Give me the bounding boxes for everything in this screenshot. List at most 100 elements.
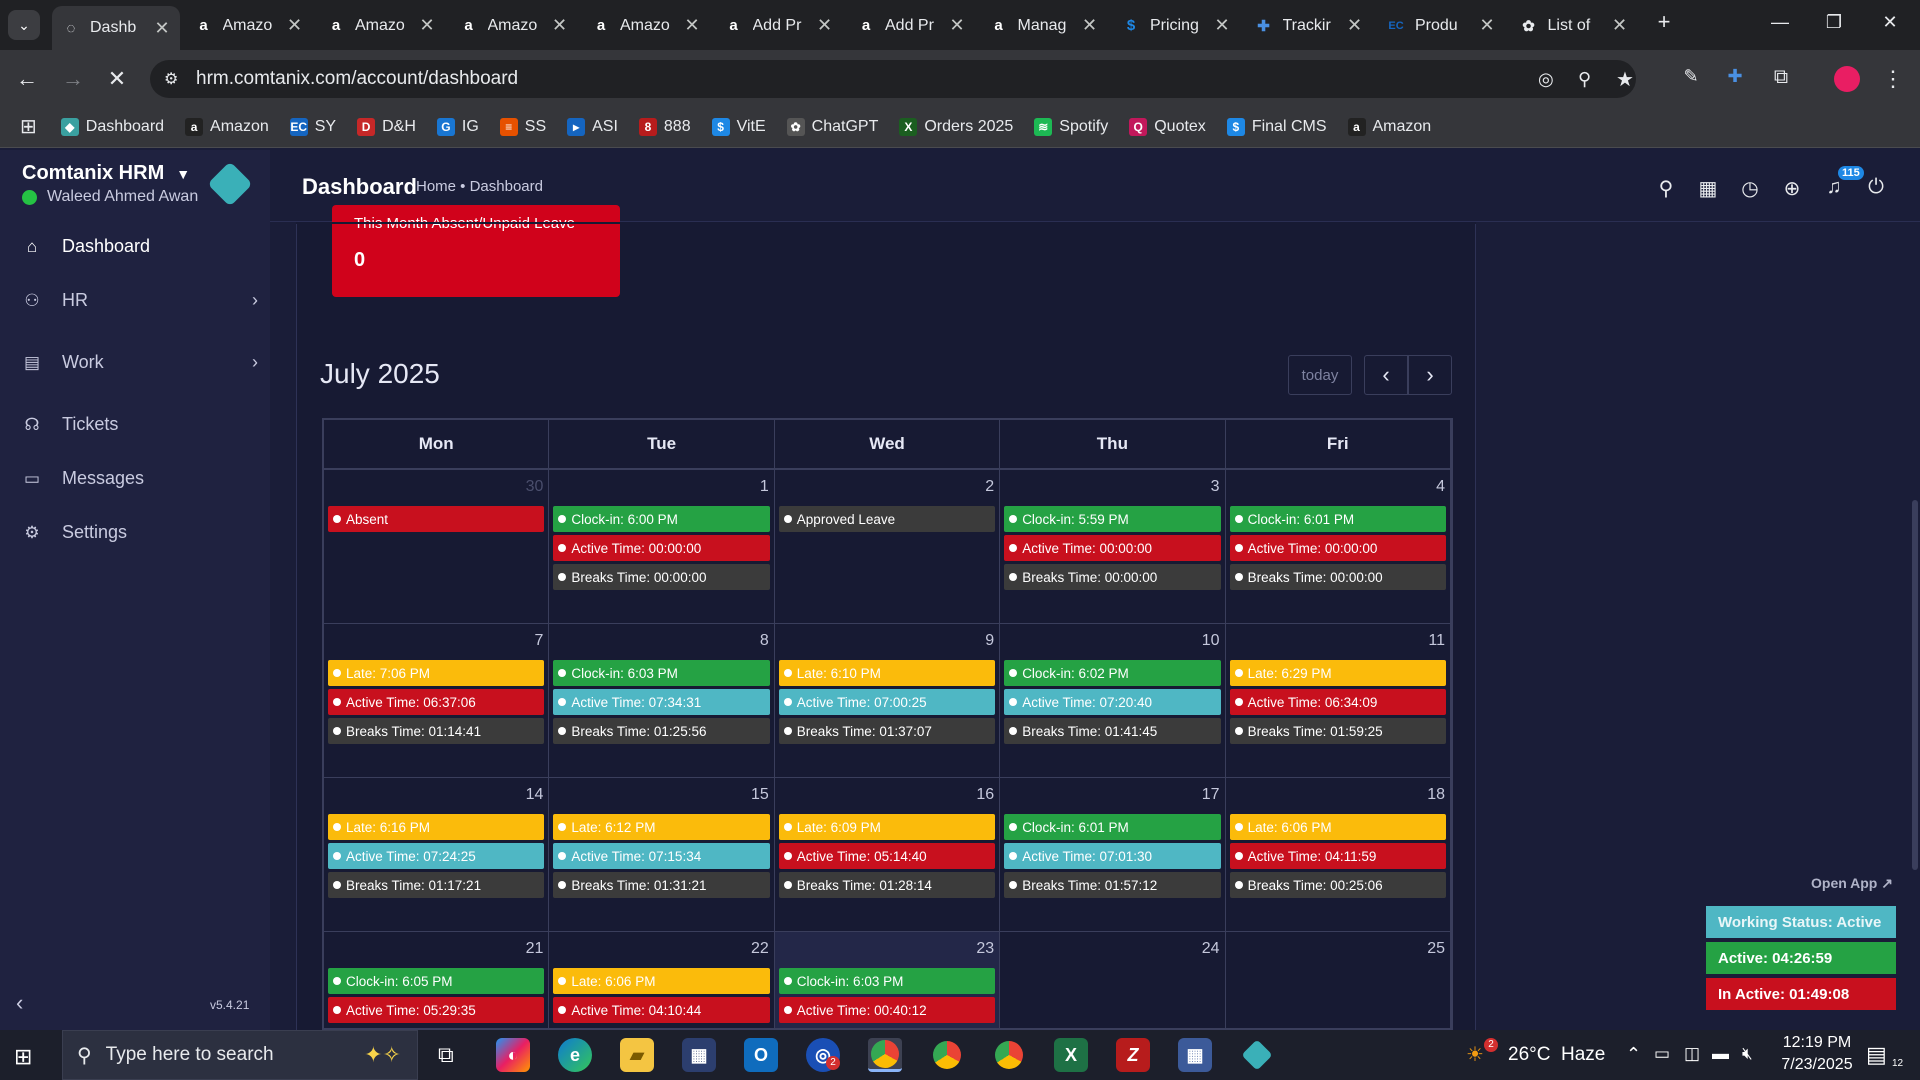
bookmark-item[interactable]: $ Final CMS: [1226, 117, 1327, 136]
calendar-event[interactable]: Active Time: 00:00:00: [553, 535, 770, 561]
calendar-event[interactable]: Breaks Time: 00:25:06: [1229, 872, 1446, 898]
extensions-icon[interactable]: ⧉: [1768, 66, 1794, 89]
edge-app-icon[interactable]: e: [558, 1038, 592, 1072]
calendar-day-cell[interactable]: 14 Late: 6:16 PM Active Time: 07:24:25 Brea…: [324, 778, 550, 932]
browser-tab[interactable]: ✿ List of ✕: [1510, 9, 1638, 42]
taskbar-search-box[interactable]: ⚲ Type here to search ✦✧: [62, 1030, 418, 1080]
volume-muted-icon[interactable]: 🔇︎: [1742, 1044, 1753, 1064]
extension-feather-icon[interactable]: ✎: [1678, 66, 1704, 87]
tab-search-button[interactable]: ⌄: [8, 10, 40, 40]
close-tab-icon[interactable]: ✕: [949, 15, 965, 36]
calendar-event[interactable]: Clock-in: 6:03 PM: [778, 968, 996, 994]
sidebar-item-tickets[interactable]: ☊ Tickets: [22, 414, 258, 435]
filezilla-app-icon[interactable]: Z: [1116, 1038, 1150, 1072]
sidebar-item-work[interactable]: ▤ Work ›: [22, 352, 258, 373]
bookmark-item[interactable]: a Amazon: [1347, 117, 1431, 136]
calendar-event[interactable]: Breaks Time: 01:28:14: [778, 872, 996, 898]
bookmark-star-icon[interactable]: ★: [1616, 67, 1634, 92]
calendar-day-number[interactable]: 24: [1202, 940, 1220, 958]
browser-tab[interactable]: a Manag ✕: [980, 9, 1108, 42]
site-info-icon[interactable]: ⚙: [164, 69, 178, 89]
calendar-day-number[interactable]: 21: [526, 940, 544, 958]
calculator-app-icon[interactable]: ▦: [1178, 1038, 1212, 1072]
bookmark-item[interactable]: G IG: [436, 117, 479, 136]
brand-switcher[interactable]: Comtanix HRM ▼: [22, 162, 190, 185]
tracking-protection-icon[interactable]: ◎: [1538, 69, 1554, 90]
calendar-event[interactable]: Late: 6:12 PM: [553, 814, 770, 840]
calendar-day-number[interactable]: 9: [985, 632, 994, 650]
close-tab-icon[interactable]: ✕: [1082, 15, 1098, 36]
calendar-event[interactable]: Approved Leave: [778, 506, 996, 532]
scrollbar-thumb[interactable]: [1912, 500, 1918, 870]
calendar-event[interactable]: Breaks Time: 01:14:41: [328, 718, 545, 744]
bookmark-item[interactable]: ✿ ChatGPT: [786, 117, 878, 136]
meet-now-icon[interactable]: ◫: [1684, 1044, 1700, 1064]
calendar-event[interactable]: Breaks Time: 01:25:56: [553, 718, 770, 744]
bookmark-item[interactable]: D D&H: [357, 117, 416, 136]
calendar-event[interactable]: Late: 6:06 PM: [1229, 814, 1446, 840]
calendar-event[interactable]: Active Time: 00:00:00: [1004, 535, 1221, 561]
calendar-day-number[interactable]: 23: [976, 940, 994, 958]
calendar-day-cell[interactable]: 1 Clock-in: 6:00 PM Active Time: 00:00:00 B…: [549, 470, 775, 624]
calendar-day-cell[interactable]: 9 Late: 6:10 PM Active Time: 07:00:25 Break…: [774, 624, 1001, 778]
calendar-day-cell[interactable]: 24: [1000, 932, 1226, 1028]
bookmark-item[interactable]: ≋ Spotify: [1034, 117, 1108, 136]
close-tab-icon[interactable]: ✕: [1479, 15, 1495, 36]
calendar-day-cell[interactable]: 22 Late: 6:06 PM Active Time: 04:10:44: [549, 932, 775, 1028]
calendar-day-cell[interactable]: 17 Clock-in: 6:01 PM Active Time: 07:01:30…: [1000, 778, 1226, 932]
power-icon[interactable]: ⏻: [1864, 176, 1888, 199]
calendar-day-number[interactable]: 7: [534, 632, 543, 650]
calendar-event[interactable]: Breaks Time: 01:31:21: [553, 872, 770, 898]
task-view-icon[interactable]: ⧉: [438, 1042, 454, 1068]
calendar-event[interactable]: Breaks Time: 00:00:00: [1229, 564, 1446, 590]
calendar-day-number[interactable]: 22: [751, 940, 769, 958]
sidebar-item-settings[interactable]: ⚙ Settings: [22, 522, 258, 543]
calendar-event[interactable]: Late: 6:16 PM: [328, 814, 545, 840]
notes-icon[interactable]: ▦: [1696, 176, 1720, 201]
stop-loading-icon[interactable]: ✕: [104, 66, 130, 92]
bookmark-item[interactable]: X Orders 2025: [899, 117, 1013, 136]
calendar-event[interactable]: Clock-in: 6:03 PM: [553, 660, 770, 686]
calendar-event[interactable]: Late: 6:09 PM: [778, 814, 996, 840]
calendar-event[interactable]: Active Time: 04:10:44: [553, 997, 770, 1023]
bookmark-item[interactable]: ◆ Dashboard: [60, 117, 164, 136]
calendar-event[interactable]: Late: 6:06 PM: [553, 968, 770, 994]
back-icon[interactable]: ←: [14, 66, 40, 92]
open-app-link[interactable]: Open App ↗: [1811, 875, 1893, 892]
calendar-day-cell[interactable]: 21 Clock-in: 6:05 PM Active Time: 05:29:35: [324, 932, 550, 1028]
url-text[interactable]: hrm.comtanix.com/account/dashboard: [196, 68, 518, 90]
excel-app-icon[interactable]: X: [1054, 1038, 1088, 1072]
clock-date[interactable]: 7/23/2025: [1776, 1056, 1858, 1074]
calendar-event[interactable]: Clock-in: 6:01 PM: [1229, 506, 1446, 532]
calendar-day-cell[interactable]: 15 Late: 6:12 PM Active Time: 07:15:34 Brea…: [549, 778, 775, 932]
today-button[interactable]: today: [1288, 355, 1352, 395]
calendar-day-number[interactable]: 4: [1436, 478, 1445, 496]
calendar-day-number[interactable]: 3: [1211, 478, 1220, 496]
calendar-day-cell[interactable]: 11 Late: 6:29 PM Active Time: 06:34:09 Brea…: [1225, 624, 1451, 778]
address-bar[interactable]: ⚙ hrm.comtanix.com/account/dashboard ◎ ⚲…: [150, 60, 1636, 98]
start-windows-icon[interactable]: ⊞: [14, 1044, 32, 1070]
calendar-event[interactable]: Late: 6:10 PM: [778, 660, 996, 686]
browser-tab[interactable]: a Amazo ✕: [317, 9, 445, 42]
calendar-day-number[interactable]: 15: [751, 786, 769, 804]
sidebar-item-dashboard[interactable]: ⌂ Dashboard: [22, 236, 258, 257]
zoom-icon[interactable]: ⚲: [1578, 69, 1591, 90]
profile-avatar[interactable]: [1834, 66, 1860, 92]
calendar-day-number[interactable]: 16: [976, 786, 994, 804]
calendar-event[interactable]: Breaks Time: 00:00:00: [1004, 564, 1221, 590]
sidebar-item-messages[interactable]: ▭ Messages: [22, 468, 258, 489]
battery-icon[interactable]: ▬: [1712, 1044, 1729, 1064]
browser-tab[interactable]: a Amazo ✕: [185, 9, 313, 42]
close-tab-icon[interactable]: ✕: [1612, 15, 1628, 36]
clock-time[interactable]: 12:19 PM: [1776, 1034, 1858, 1052]
calendar-event[interactable]: Breaks Time: 01:17:21: [328, 872, 545, 898]
calendar-day-cell[interactable]: 18 Late: 6:06 PM Active Time: 04:11:59 Brea…: [1225, 778, 1451, 932]
collapse-sidebar-icon[interactable]: ‹: [16, 990, 23, 1016]
browser-menu-icon[interactable]: ⋮: [1880, 66, 1906, 92]
close-tab-icon[interactable]: ✕: [684, 15, 700, 36]
calendar-day-cell[interactable]: 25: [1226, 932, 1451, 1028]
notification-center-icon[interactable]: ▤: [1866, 1042, 1887, 1068]
calendar-day-number[interactable]: 2: [985, 478, 994, 496]
calendar-day-number[interactable]: 11: [1428, 632, 1445, 650]
network-icon[interactable]: ▭: [1654, 1044, 1670, 1064]
